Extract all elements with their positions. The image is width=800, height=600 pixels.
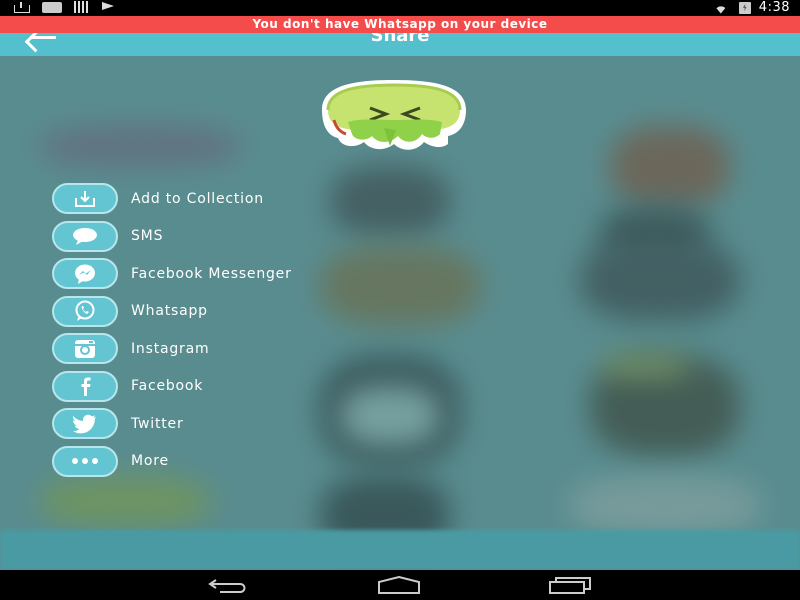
share-icon-button[interactable]: [52, 183, 118, 215]
share-icon-button[interactable]: [52, 370, 118, 402]
sticker-preview: [322, 80, 466, 150]
share-item-facebook[interactable]: Facebook: [52, 368, 292, 406]
share-icon-button[interactable]: [52, 295, 118, 327]
share-item-more[interactable]: More: [52, 443, 292, 481]
home-nav-icon[interactable]: [377, 576, 421, 594]
share-item-instagram[interactable]: Instagram: [52, 330, 292, 368]
share-icon-button[interactable]: [52, 445, 118, 477]
blurred-bottom-bar: [0, 530, 800, 570]
share-item-whatsapp[interactable]: Whatsapp: [52, 293, 292, 331]
system-nav-bar: [0, 570, 800, 600]
share-item-sms[interactable]: SMS: [52, 218, 292, 256]
signal-bars-icon: [74, 1, 90, 13]
share-item-twitter[interactable]: Twitter: [52, 405, 292, 443]
recents-nav-icon[interactable]: [548, 576, 592, 594]
share-item-label: Facebook: [131, 378, 204, 395]
system-indicators: 4:38: [711, 0, 790, 15]
battery-charging-icon: [738, 1, 751, 14]
more-dots-icon: [72, 458, 98, 465]
share-item-label: More: [131, 453, 169, 470]
share-icon-button[interactable]: [52, 258, 118, 290]
share-item-label: Twitter: [131, 415, 184, 432]
share-item-add-to-collection[interactable]: Add to Collection: [52, 180, 292, 218]
share-item-label: SMS: [131, 228, 164, 245]
share-icon-button[interactable]: [52, 408, 118, 440]
status-bar: 4:38: [0, 0, 800, 16]
whatsapp-icon: [75, 300, 95, 322]
wifi-icon: [711, 2, 731, 14]
notification-icons: [14, 1, 116, 13]
share-item-label: Whatsapp: [131, 303, 208, 320]
page-title: Share: [370, 33, 430, 46]
messenger-icon: [75, 264, 95, 284]
chat-bubble-icon: [73, 228, 97, 246]
download-icon: [14, 1, 30, 13]
share-icon-button[interactable]: [52, 333, 118, 365]
back-nav-icon[interactable]: [206, 576, 250, 594]
share-icon-button[interactable]: [52, 220, 118, 252]
instagram-icon: [75, 339, 95, 358]
share-item-label: Facebook Messenger: [131, 265, 292, 282]
photo-icon: [42, 1, 62, 13]
app-bar: Share: [0, 33, 800, 56]
status-clock: 4:38: [758, 0, 790, 15]
facebook-icon: [81, 377, 91, 397]
share-item-label: Instagram: [131, 340, 210, 357]
twitter-icon: [73, 414, 96, 434]
error-banner: You don't have Whatsapp on your device: [0, 16, 800, 33]
share-item-facebook-messenger[interactable]: Facebook Messenger: [52, 255, 292, 293]
flag-icon: [102, 2, 116, 12]
download-icon: [75, 190, 95, 207]
share-menu: Add to Collection SMS Facebook Messenger: [52, 180, 292, 480]
share-item-label: Add to Collection: [131, 190, 264, 207]
